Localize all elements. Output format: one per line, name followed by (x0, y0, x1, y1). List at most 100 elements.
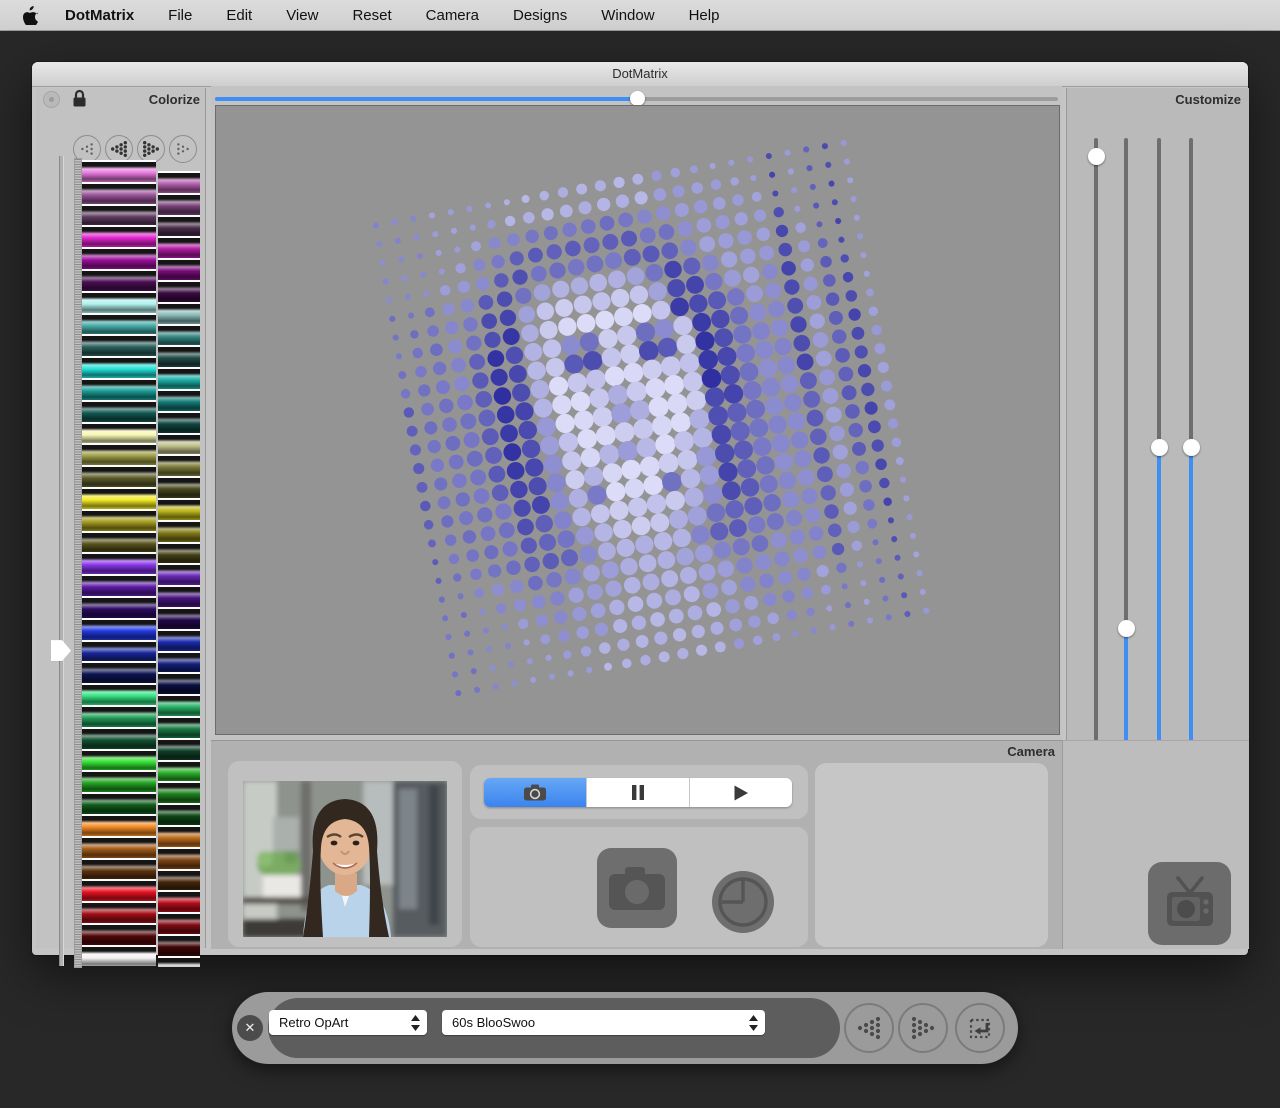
menu-item-window[interactable]: Window (601, 7, 654, 24)
palette-strip[interactable] (158, 542, 200, 564)
menu-app-name[interactable]: DotMatrix (65, 7, 134, 24)
palette-strip[interactable] (158, 280, 200, 302)
palette-strip[interactable] (158, 694, 200, 716)
palette-strip[interactable] (158, 825, 200, 847)
palette-jump-last-button[interactable] (169, 135, 197, 163)
palette-strip[interactable] (158, 869, 200, 891)
customize-slider-4-thumb[interactable] (1183, 439, 1200, 456)
palette-strip[interactable] (158, 934, 200, 956)
dot-size-slider[interactable] (215, 91, 1058, 106)
lock-icon[interactable] (72, 89, 87, 108)
palette-strip[interactable] (82, 247, 156, 269)
customize-slider-2-thumb[interactable] (1118, 620, 1135, 637)
palette-strip[interactable] (158, 738, 200, 760)
palette-strip[interactable] (82, 683, 156, 705)
palette-strip[interactable] (82, 291, 156, 313)
palette-strip[interactable] (82, 182, 156, 204)
palette-strip[interactable] (82, 160, 156, 182)
tv-export-button[interactable] (1148, 862, 1231, 945)
menu-item-edit[interactable]: Edit (226, 7, 252, 24)
palette-scroll-thumb[interactable] (51, 640, 71, 661)
palette-strip[interactable] (158, 672, 200, 694)
palette-strip[interactable] (82, 618, 156, 640)
dot-size-slider-thumb[interactable] (630, 91, 645, 106)
palette-strip[interactable] (82, 204, 156, 226)
palette-strip[interactable] (158, 803, 200, 825)
render-canvas[interactable] (215, 105, 1060, 735)
palette-strip[interactable] (82, 661, 156, 683)
customize-slider-1-track[interactable] (1094, 138, 1098, 743)
palette-strip[interactable] (82, 727, 156, 749)
palette-strip[interactable] (82, 749, 156, 771)
palette-strip[interactable] (82, 879, 156, 901)
palette-step-back-button[interactable] (105, 135, 133, 163)
next-design-button[interactable] (898, 1003, 948, 1053)
palette-strip[interactable] (82, 836, 156, 858)
menu-item-file[interactable]: File (168, 7, 192, 24)
palette-strip[interactable] (158, 520, 200, 542)
palette-strip[interactable] (158, 236, 200, 258)
palette-strip[interactable] (82, 814, 156, 836)
palette-strip[interactable] (158, 760, 200, 782)
palette-reset-button[interactable] (43, 91, 60, 108)
palette-strip[interactable] (158, 215, 200, 237)
window-title-bar[interactable]: DotMatrix (32, 62, 1248, 87)
timer-button[interactable] (712, 871, 774, 933)
menu-item-designs[interactable]: Designs (513, 7, 567, 24)
palette-strip[interactable] (82, 705, 156, 727)
palette-strip[interactable] (158, 629, 200, 651)
palette-strip[interactable] (158, 367, 200, 389)
palette-strip[interactable] (82, 334, 156, 356)
snapshot-button[interactable] (597, 848, 677, 928)
menu-item-view[interactable]: View (286, 7, 318, 24)
segment-record[interactable] (484, 778, 587, 807)
palette-strip[interactable] (82, 923, 156, 945)
palette-strip[interactable] (158, 171, 200, 193)
palette-strip[interactable] (158, 716, 200, 738)
palette-strip[interactable] (158, 302, 200, 324)
palette-step-forward-button[interactable] (137, 135, 165, 163)
palette-strip[interactable] (82, 858, 156, 880)
palette-strip[interactable] (82, 225, 156, 247)
palette-strip[interactable] (82, 531, 156, 553)
palette-strip[interactable] (82, 487, 156, 509)
palette-strip[interactable] (82, 640, 156, 662)
palette-strip[interactable] (158, 890, 200, 912)
palette-strip[interactable] (158, 345, 200, 367)
palette-scroll-track[interactable] (59, 156, 64, 966)
menu-item-help[interactable]: Help (689, 7, 720, 24)
customize-slider-1-thumb[interactable] (1088, 148, 1105, 165)
palette-strip[interactable] (158, 585, 200, 607)
palette-strip[interactable] (82, 574, 156, 596)
menu-item-camera[interactable]: Camera (426, 7, 479, 24)
segment-play[interactable] (690, 778, 792, 807)
palette-strip[interactable] (82, 313, 156, 335)
palette-strip[interactable] (158, 389, 200, 411)
segment-pause[interactable] (587, 778, 690, 807)
palette-strip[interactable] (158, 454, 200, 476)
palette-strip[interactable] (82, 945, 156, 967)
palette-strip[interactable] (82, 770, 156, 792)
palette-strip[interactable] (158, 781, 200, 803)
palette-strip[interactable] (82, 378, 156, 400)
palette-strip[interactable] (158, 258, 200, 280)
style-category-select[interactable]: Retro OpArt (269, 1010, 427, 1035)
hud-close-button[interactable]: ✕ (237, 1015, 263, 1041)
customize-slider-3-thumb[interactable] (1151, 439, 1168, 456)
palette-strip[interactable] (82, 400, 156, 422)
palette-strip[interactable] (158, 411, 200, 433)
palette-strip[interactable] (82, 356, 156, 378)
palette-strip[interactable] (158, 651, 200, 673)
palette-strip[interactable] (82, 901, 156, 923)
palette-strip[interactable] (158, 433, 200, 455)
palette-strip[interactable] (158, 324, 200, 346)
menu-item-reset[interactable]: Reset (352, 7, 391, 24)
palette-strip[interactable] (82, 792, 156, 814)
palette-strip[interactable] (158, 607, 200, 629)
palette-strip[interactable] (82, 269, 156, 291)
previous-design-button[interactable] (844, 1003, 894, 1053)
palette-strip[interactable] (158, 847, 200, 869)
palette-strip[interactable] (82, 465, 156, 487)
palette-strip[interactable] (82, 552, 156, 574)
palette-strip[interactable] (158, 476, 200, 498)
